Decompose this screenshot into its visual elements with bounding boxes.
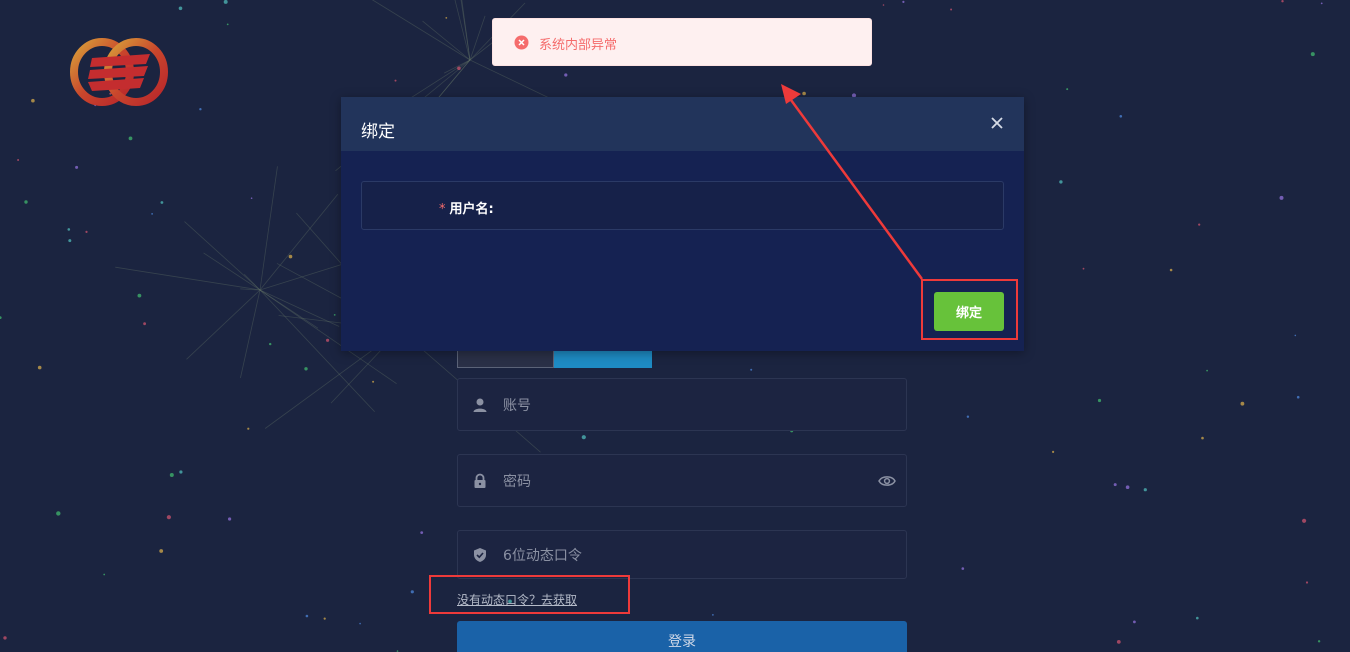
required-mark: * bbox=[439, 202, 446, 217]
account-input[interactable]: 账号 bbox=[457, 378, 907, 431]
lock-icon bbox=[474, 473, 486, 488]
account-placeholder: 账号 bbox=[503, 397, 531, 414]
company-logo bbox=[70, 38, 168, 106]
login-page: 账号 密码 6位动态口令 没有动态口令？去获取 登录 绑定 * 用户名: 绑定 … bbox=[0, 0, 1350, 652]
annotation-box-bind-button bbox=[921, 279, 1018, 340]
otp-input[interactable]: 6位动态口令 bbox=[457, 530, 907, 579]
login-button[interactable]: 登录 bbox=[457, 621, 907, 652]
user-icon bbox=[473, 398, 487, 412]
username-label: * 用户名: bbox=[439, 198, 494, 217]
close-icon[interactable] bbox=[990, 116, 1004, 130]
error-circle-icon bbox=[514, 35, 529, 50]
password-placeholder: 密码 bbox=[503, 473, 531, 490]
annotation-box-otp-link bbox=[429, 575, 630, 614]
username-form-item[interactable]: * 用户名: bbox=[361, 181, 1004, 230]
dialog-title: 绑定 bbox=[361, 122, 395, 142]
otp-placeholder: 6位动态口令 bbox=[503, 547, 582, 564]
shield-check-icon bbox=[474, 547, 486, 562]
toast-message: 系统内部异常 bbox=[539, 38, 618, 53]
username-label-text: 用户名: bbox=[449, 202, 494, 217]
dialog-header: 绑定 bbox=[341, 97, 1024, 151]
password-input[interactable]: 密码 bbox=[457, 454, 907, 507]
error-toast: 系统内部异常 bbox=[492, 18, 872, 66]
eye-icon[interactable] bbox=[878, 474, 896, 488]
